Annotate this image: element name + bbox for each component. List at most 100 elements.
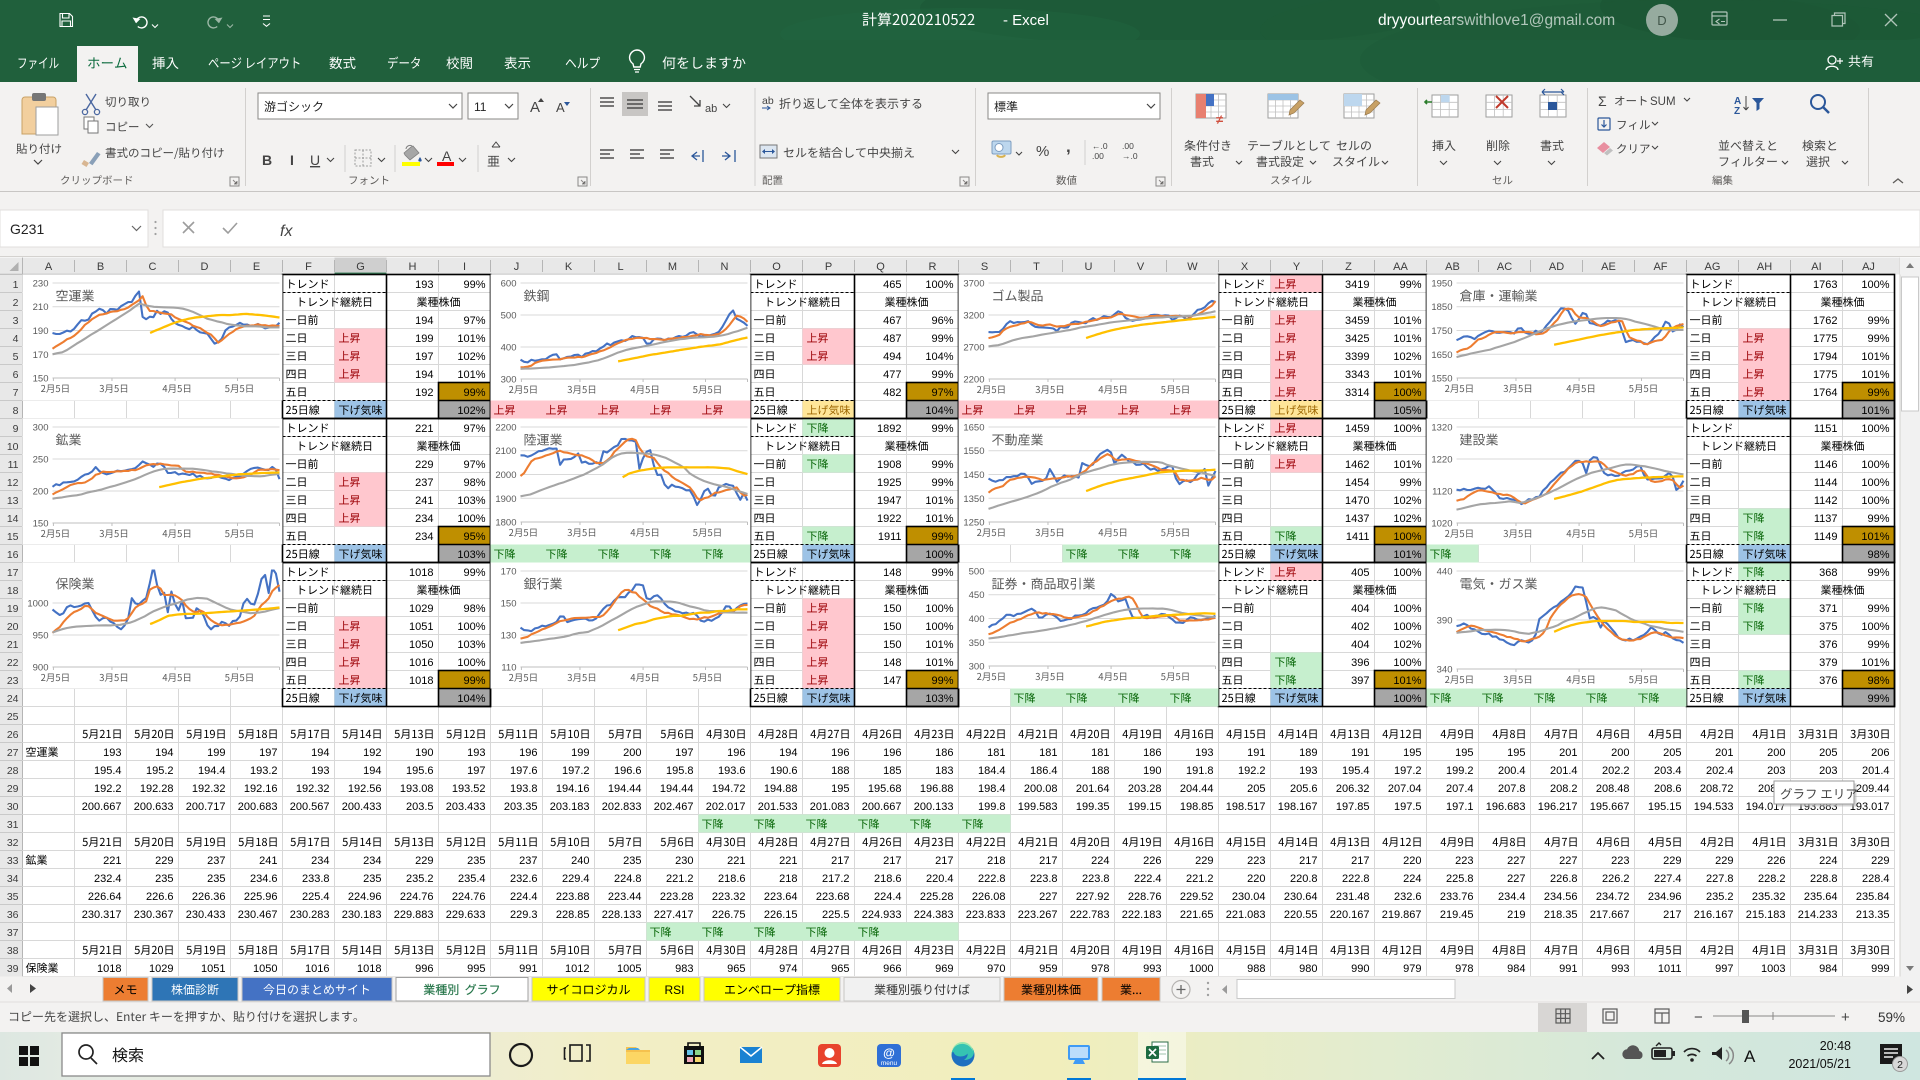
svg-text:234: 234 xyxy=(415,531,433,543)
svg-text:991: 991 xyxy=(519,963,537,975)
svg-text:17: 17 xyxy=(7,567,19,579)
svg-text:1320: 1320 xyxy=(1431,423,1452,434)
svg-text:194.4: 194.4 xyxy=(198,765,226,777)
svg-text:467: 467 xyxy=(883,315,901,327)
svg-text:AE: AE xyxy=(1601,261,1616,273)
svg-text:D: D xyxy=(201,261,209,273)
svg-text:200: 200 xyxy=(1767,747,1785,759)
svg-text:221: 221 xyxy=(415,423,433,435)
svg-text:203.433: 203.433 xyxy=(446,801,486,813)
svg-text:1220: 1220 xyxy=(1431,455,1452,466)
svg-text:220.8: 220.8 xyxy=(1290,873,1318,885)
svg-text:1003: 1003 xyxy=(1761,963,1785,975)
svg-text:A: A xyxy=(1744,1047,1756,1066)
svg-text:192.56: 192.56 xyxy=(348,783,382,795)
svg-text:300: 300 xyxy=(969,662,985,673)
svg-text:197: 197 xyxy=(467,765,485,777)
svg-text:AA: AA xyxy=(1393,261,1408,273)
svg-text:≠: ≠ xyxy=(1216,112,1223,127)
svg-text:25: 25 xyxy=(7,711,19,723)
svg-text:1137: 1137 xyxy=(1814,513,1838,525)
svg-text:3459: 3459 xyxy=(1345,315,1369,327)
svg-text:222.783: 222.783 xyxy=(1070,909,1110,921)
svg-text:Z: Z xyxy=(1345,261,1352,273)
svg-text:193: 193 xyxy=(467,747,485,759)
svg-text:1454: 1454 xyxy=(1345,477,1369,489)
svg-text:200.433: 200.433 xyxy=(342,801,382,813)
svg-text:2: 2 xyxy=(13,297,19,309)
svg-text:99%: 99% xyxy=(1867,693,1889,705)
svg-text:997: 997 xyxy=(1715,963,1733,975)
svg-text:195: 195 xyxy=(1455,747,1473,759)
svg-text:100%: 100% xyxy=(1393,423,1421,435)
svg-text:234: 234 xyxy=(311,855,329,867)
svg-text:194: 194 xyxy=(415,369,433,381)
svg-text:1250: 1250 xyxy=(963,518,984,529)
svg-text:217: 217 xyxy=(1299,855,1317,867)
svg-text:150: 150 xyxy=(883,603,901,615)
svg-text:234: 234 xyxy=(363,855,381,867)
svg-text:184.4: 184.4 xyxy=(978,765,1006,777)
svg-text:978: 978 xyxy=(1455,963,1473,975)
svg-text:232.6: 232.6 xyxy=(1394,891,1422,903)
svg-text:186: 186 xyxy=(1143,747,1161,759)
svg-text:201.4: 201.4 xyxy=(1862,765,1890,777)
svg-text:194.44: 194.44 xyxy=(608,783,642,795)
svg-text:192.2: 192.2 xyxy=(94,783,122,795)
svg-text:101%: 101% xyxy=(1861,369,1889,381)
svg-text:101%: 101% xyxy=(925,657,953,669)
svg-text:150: 150 xyxy=(501,599,517,610)
svg-text:2200: 2200 xyxy=(495,423,516,434)
svg-text:200.667: 200.667 xyxy=(82,801,122,813)
svg-text:234.6: 234.6 xyxy=(250,873,278,885)
svg-text:195.8: 195.8 xyxy=(666,765,694,777)
svg-text:193: 193 xyxy=(1299,765,1317,777)
svg-text:196: 196 xyxy=(883,747,901,759)
svg-text:1012: 1012 xyxy=(565,963,589,975)
svg-text:230: 230 xyxy=(33,279,49,290)
svg-text:984: 984 xyxy=(1819,963,1837,975)
svg-text:186.4: 186.4 xyxy=(1030,765,1058,777)
svg-text:202.017: 202.017 xyxy=(706,801,746,813)
svg-text:192.32: 192.32 xyxy=(192,783,226,795)
svg-text:999: 999 xyxy=(1871,963,1889,975)
svg-text:2200: 2200 xyxy=(963,375,984,386)
svg-text:+: + xyxy=(1841,1009,1850,1026)
svg-text:1900: 1900 xyxy=(495,494,516,505)
svg-text:95%: 95% xyxy=(463,531,485,543)
svg-text:197.6: 197.6 xyxy=(510,765,538,777)
svg-text:101%: 101% xyxy=(1393,315,1421,327)
svg-text:235: 235 xyxy=(155,873,173,885)
svg-text:1762: 1762 xyxy=(1813,315,1837,327)
svg-text:G: G xyxy=(356,261,365,273)
svg-text:20: 20 xyxy=(7,621,19,633)
svg-text:235: 235 xyxy=(467,855,485,867)
svg-text:195.6: 195.6 xyxy=(406,765,434,777)
svg-text:100%: 100% xyxy=(1861,477,1889,489)
svg-text:S: S xyxy=(981,261,988,273)
svg-text:221: 221 xyxy=(727,855,745,867)
svg-text:194: 194 xyxy=(155,747,173,759)
svg-text:AI: AI xyxy=(1811,261,1821,273)
svg-text:200: 200 xyxy=(33,487,49,498)
svg-text:229.4: 229.4 xyxy=(562,873,590,885)
svg-text:200.717: 200.717 xyxy=(186,801,226,813)
svg-text:223.68: 223.68 xyxy=(816,891,850,903)
svg-text:202.833: 202.833 xyxy=(602,801,642,813)
svg-text:196.683: 196.683 xyxy=(1486,801,1526,813)
svg-text:219: 219 xyxy=(1507,909,1525,921)
svg-text:217.667: 217.667 xyxy=(1590,909,1630,921)
svg-text:213.35: 213.35 xyxy=(1856,909,1890,921)
svg-text:193.52: 193.52 xyxy=(452,783,486,795)
svg-text:188: 188 xyxy=(831,765,849,777)
svg-text:396: 396 xyxy=(1351,657,1369,669)
svg-text:101%: 101% xyxy=(1393,369,1421,381)
svg-text:350: 350 xyxy=(969,638,985,649)
svg-text:227: 227 xyxy=(1507,873,1525,885)
svg-text:1016: 1016 xyxy=(305,963,329,975)
svg-text:195.68: 195.68 xyxy=(868,783,902,795)
svg-text:1018: 1018 xyxy=(357,963,381,975)
svg-text:978: 978 xyxy=(1091,963,1109,975)
svg-text:227.92: 227.92 xyxy=(1076,891,1110,903)
svg-text:228.76: 228.76 xyxy=(1128,891,1162,903)
